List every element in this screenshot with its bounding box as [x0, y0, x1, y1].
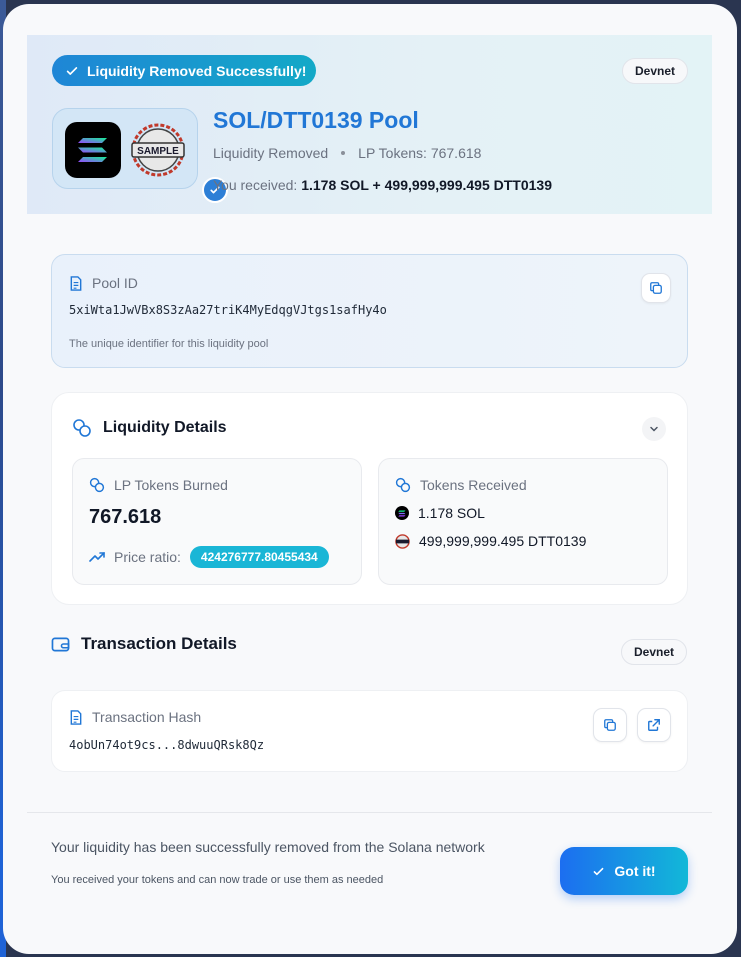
- transaction-details-header: Transaction Details: [51, 634, 237, 654]
- trending-up-icon: [89, 552, 105, 562]
- price-ratio-label: Price ratio:: [114, 549, 181, 565]
- pool-id-label: Pool ID: [92, 275, 138, 291]
- received-token-row: 1.178 SOL: [395, 505, 485, 521]
- pool-id-value[interactable]: 5xiWta1JwVBx8S3zAa27triK4MyEdqgVJtgs1saf…: [69, 303, 387, 317]
- tokens-received-card: Tokens Received 1.178 SOL 499,999,999.49…: [378, 458, 668, 585]
- received-summary: You received: 1.178 SOL + 499,999,999.49…: [213, 177, 552, 193]
- success-pill: Liquidity Removed Successfully!: [52, 55, 316, 86]
- coins-icon: [89, 477, 105, 493]
- coins-icon: [73, 419, 91, 437]
- liquidity-details-header[interactable]: Liquidity Details: [72, 418, 227, 438]
- solana-logo-icon: [65, 122, 121, 178]
- pool-id-note: The unique identifier for this liquidity…: [69, 338, 269, 350]
- transaction-network-badge: Devnet: [621, 639, 688, 665]
- token-pair-logos: SAMPLE: [52, 108, 228, 203]
- tx-hash-label: Transaction Hash: [92, 709, 202, 725]
- received-value: 1.178 SOL + 499,999,999.495 DTT0139: [301, 177, 552, 193]
- open-explorer-button[interactable]: [637, 708, 671, 742]
- pool-title: SOL/DTT0139 Pool: [213, 107, 419, 133]
- pool-id-card: Pool ID 5xiWta1JwVBx8S3zAa27triK4MyEdqgV…: [51, 254, 688, 368]
- transaction-details-title: Transaction Details: [81, 634, 237, 653]
- collapse-button[interactable]: [642, 417, 666, 441]
- network-badge: Devnet: [622, 58, 689, 84]
- got-it-button[interactable]: Got it!: [560, 847, 688, 895]
- dtt-token-icon: [395, 533, 410, 549]
- pool-id-label-row: Pool ID: [69, 275, 138, 291]
- received-dtt-amount: 499,999,999.495 DTT0139: [419, 533, 587, 549]
- copy-tx-hash-button[interactable]: [593, 708, 627, 742]
- pool-status: Liquidity Removed: [213, 145, 329, 161]
- got-it-label: Got it!: [614, 863, 656, 879]
- lp-burned-value: 767.618: [89, 506, 162, 528]
- copy-icon: [604, 719, 616, 731]
- pool-meta: Liquidity Removed LP Tokens: 767.618: [213, 145, 481, 161]
- hero-section: Liquidity Removed Successfully! Devnet S…: [27, 35, 712, 214]
- liquidity-details-title: Liquidity Details: [103, 419, 227, 436]
- copy-pool-id-button[interactable]: [641, 273, 671, 303]
- document-icon: [70, 275, 82, 291]
- check-icon: [66, 66, 78, 75]
- lp-burned-label-row: LP Tokens Burned: [89, 477, 228, 493]
- separator-dot: [341, 151, 346, 155]
- received-token-row: 499,999,999.495 DTT0139: [395, 533, 586, 549]
- success-modal: Liquidity Removed Successfully! Devnet S…: [3, 4, 737, 954]
- tx-hash-label-row: Transaction Hash: [69, 709, 201, 725]
- check-icon: [594, 867, 604, 875]
- copy-icon: [650, 282, 662, 294]
- coins-icon: [395, 477, 411, 493]
- external-link-icon: [648, 719, 660, 731]
- tx-hash-value[interactable]: 4obUn74ot9cs...8dwuuQRsk8Qz: [69, 738, 264, 752]
- lp-burned-label: LP Tokens Burned: [114, 477, 228, 493]
- success-label: Liquidity Removed Successfully!: [87, 62, 307, 79]
- liquidity-details-card: Liquidity Details LP Tokens Burned 767.6…: [51, 392, 688, 605]
- document-icon: [70, 709, 82, 725]
- lp-tokens-burned-card: LP Tokens Burned 767.618 Price ratio: 42…: [72, 458, 362, 585]
- solana-icon: [395, 506, 409, 520]
- price-ratio-row: Price ratio: 424276777.80455434: [89, 546, 329, 568]
- footer-submessage: You received your tokens and can now tra…: [51, 874, 384, 886]
- lp-tokens-text: LP Tokens: 767.618: [358, 145, 482, 161]
- received-prefix: You received:: [213, 177, 298, 193]
- footer-message: Your liquidity has been successfully rem…: [51, 839, 485, 855]
- footer-divider: [27, 812, 712, 813]
- price-ratio-value: 424276777.80455434: [189, 546, 329, 568]
- tokens-received-label: Tokens Received: [420, 477, 527, 493]
- received-sol-amount: 1.178 SOL: [418, 505, 485, 521]
- tokens-received-label-row: Tokens Received: [395, 477, 527, 493]
- sample-logo-text: SAMPLE: [137, 146, 179, 157]
- wallet-icon: [51, 637, 70, 651]
- sample-token-logo-icon: SAMPLE: [130, 122, 186, 178]
- transaction-hash-card: Transaction Hash 4obUn74ot9cs...8dwuuQRs…: [51, 690, 688, 772]
- chevron-down-icon: [650, 426, 658, 432]
